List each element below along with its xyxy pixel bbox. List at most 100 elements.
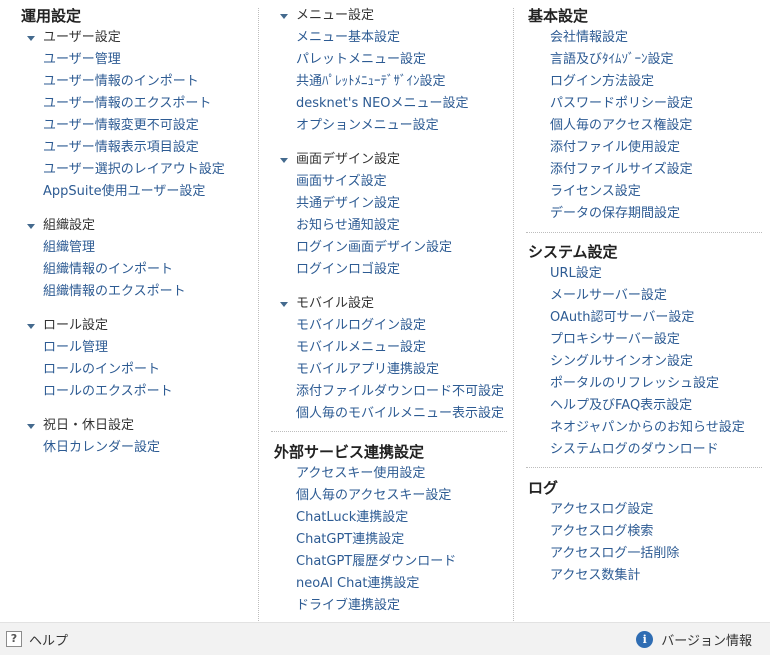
- info-icon: i: [636, 630, 654, 648]
- menu-link[interactable]: 添付ファイルダウンロード不可設定: [296, 381, 504, 403]
- menu-link[interactable]: 個人毎のモバイルメニュー表示設定: [296, 403, 504, 425]
- menu-link[interactable]: パレットメニュー設定: [296, 49, 469, 71]
- menu-link[interactable]: desknet's NEOメニュー設定: [296, 93, 469, 115]
- group-header[interactable]: 組織設定: [27, 215, 186, 237]
- menu-link[interactable]: ChatLuck連携設定: [296, 507, 456, 529]
- menu-link[interactable]: 共通ﾊﾟﾚｯﾄﾒﾆｭｰﾃﾞｻﾞｲﾝ設定: [296, 71, 469, 93]
- menu-link[interactable]: アクセスログ検索: [550, 521, 679, 543]
- group-role-settings: ロール設定ロール管理 ロールのインポート ロールのエクスポート: [27, 315, 173, 403]
- menu-link[interactable]: お知らせ通知設定: [296, 215, 452, 237]
- group-header[interactable]: ロール設定: [27, 315, 173, 337]
- group-header[interactable]: ユーザー設定: [27, 27, 225, 49]
- menu-link[interactable]: 個人毎のアクセスキー設定: [296, 485, 456, 507]
- menu-link[interactable]: ライセンス設定: [550, 181, 693, 203]
- menu-link[interactable]: ログイン方法設定: [550, 71, 693, 93]
- menu-link[interactable]: 会社情報設定: [550, 27, 693, 49]
- menu-link[interactable]: 個人毎のアクセス権設定: [550, 115, 693, 137]
- menu-link[interactable]: モバイルアプリ連携設定: [296, 359, 504, 381]
- footer-bar: ? ヘルプ i バージョン情報: [0, 622, 770, 655]
- menu-link[interactable]: メールサーバー設定: [550, 285, 745, 307]
- group-screen-design-settings: 画面デザイン設定 画面サイズ設定 共通デザイン設定 お知らせ通知設定 ログイン画面デザイ…: [280, 149, 452, 281]
- menu-link[interactable]: URL設定: [550, 263, 745, 285]
- menu-link[interactable]: 言語及びﾀｲﾑｿﾞｰﾝ設定: [550, 49, 693, 71]
- help-button[interactable]: ? ヘルプ: [6, 629, 68, 649]
- menu-link[interactable]: ネオジャパンからのお知らせ設定: [550, 417, 745, 439]
- help-label: ヘルプ: [29, 633, 69, 649]
- menu-link[interactable]: ロールのエクスポート: [43, 381, 173, 403]
- menu-link[interactable]: 添付ファイル使用設定: [550, 137, 693, 159]
- menu-link[interactable]: 組織情報のインポート: [43, 259, 186, 281]
- menu-link[interactable]: メニュー基本設定: [296, 27, 469, 49]
- caret-down-icon: [27, 36, 35, 41]
- menu-link[interactable]: プロキシサーバー設定: [550, 329, 745, 351]
- menu-link[interactable]: アクセス数集計: [550, 565, 679, 587]
- caret-down-icon: [27, 224, 35, 229]
- group-items: モバイルログイン設定 モバイルメニュー設定 モバイルアプリ連携設定 添付ファイルダウン…: [296, 315, 504, 425]
- menu-link[interactable]: アクセスログ一括削除: [550, 543, 679, 565]
- menu-link[interactable]: ユーザー情報のエクスポート: [43, 93, 225, 115]
- menu-link[interactable]: ChatGPT履歴ダウンロード: [296, 551, 456, 573]
- version-info-label: バージョン情報: [661, 633, 752, 649]
- group-label: メニュー設定: [296, 8, 375, 23]
- menu-link[interactable]: 組織情報のエクスポート: [43, 281, 186, 303]
- menu-link[interactable]: 共通デザイン設定: [296, 193, 452, 215]
- menu-link[interactable]: 組織管理: [43, 237, 186, 259]
- menu-link[interactable]: パスワードポリシー設定: [550, 93, 693, 115]
- menu-link[interactable]: 添付ファイルサイズ設定: [550, 159, 693, 181]
- section-divider: [526, 467, 762, 468]
- menu-link[interactable]: アクセスキー使用設定: [296, 463, 456, 485]
- menu-link[interactable]: ログイン画面デザイン設定: [296, 237, 452, 259]
- version-info-button[interactable]: i バージョン情報: [636, 629, 752, 649]
- group-label: ロール設定: [43, 318, 109, 333]
- group-label: 組織設定: [43, 218, 96, 233]
- section-divider: [271, 431, 507, 432]
- group-label: モバイル設定: [296, 296, 375, 311]
- group-items: 休日カレンダー設定: [43, 437, 160, 459]
- menu-link[interactable]: ユーザー情報のインポート: [43, 71, 225, 93]
- column-operation-settings: 運用設定 ユーザー設定 ユーザー管理 ユーザー情報のインポート ユーザー情報のエクスポ…: [0, 0, 258, 623]
- menu-link[interactable]: ポータルのリフレッシュ設定: [550, 373, 745, 395]
- menu-link[interactable]: ユーザー情報表示項目設定: [43, 137, 225, 159]
- menu-link[interactable]: neoAI Chat連携設定: [296, 573, 456, 595]
- external-services-list: アクセスキー使用設定 個人毎のアクセスキー設定 ChatLuck連携設定 ChatGP…: [296, 463, 456, 617]
- menu-link[interactable]: OAuth認可サーバー設定: [550, 307, 745, 329]
- basic-settings-list: 会社情報設定 言語及びﾀｲﾑｿﾞｰﾝ設定 ログイン方法設定 パスワードポリシー設定 個人…: [550, 27, 693, 225]
- group-header[interactable]: 画面デザイン設定: [280, 149, 452, 171]
- section-title-external-services: 外部サービス連携設定: [274, 443, 425, 461]
- menu-link[interactable]: アクセスログ設定: [550, 499, 679, 521]
- group-menu-settings: メニュー設定メニュー基本設定 パレットメニュー設定 共通ﾊﾟﾚｯﾄﾒﾆｭｰﾃﾞｻﾞｲ…: [280, 5, 469, 137]
- group-items: ユーザー管理 ユーザー情報のインポート ユーザー情報のエクスポート ユーザー情報変更不…: [43, 49, 225, 203]
- menu-link[interactable]: ユーザー選択のレイアウト設定: [43, 159, 225, 181]
- menu-link[interactable]: モバイルメニュー設定: [296, 337, 504, 359]
- menu-link[interactable]: ユーザー情報変更不可設定: [43, 115, 225, 137]
- group-holiday-settings: 祝日・休日設定 休日カレンダー設定: [27, 415, 160, 459]
- menu-link[interactable]: ドライブ連携設定: [296, 595, 456, 617]
- menu-link[interactable]: 休日カレンダー設定: [43, 437, 160, 459]
- menu-link[interactable]: ChatGPT連携設定: [296, 529, 456, 551]
- menu-link[interactable]: データの保存期間設定: [550, 203, 693, 225]
- section-title-system: システム設定: [528, 243, 618, 261]
- caret-down-icon: [280, 14, 288, 19]
- group-mobile-settings: モバイル設定モバイルログイン設定 モバイルメニュー設定 モバイルアプリ連携設定 添付フ…: [280, 293, 504, 425]
- group-header[interactable]: 祝日・休日設定: [27, 415, 160, 437]
- group-label: ユーザー設定: [43, 30, 121, 45]
- column-menu-design-settings: メニュー設定メニュー基本設定 パレットメニュー設定 共通ﾊﾟﾚｯﾄﾒﾆｭｰﾃﾞｻﾞｲ…: [259, 0, 513, 623]
- menu-link[interactable]: ロール管理: [43, 337, 173, 359]
- group-header[interactable]: メニュー設定: [280, 5, 469, 27]
- group-header[interactable]: モバイル設定: [280, 293, 504, 315]
- menu-link[interactable]: システムログのダウンロード: [550, 439, 745, 461]
- group-organization-settings: 組織設定組織管理 組織情報のインポート 組織情報のエクスポート: [27, 215, 186, 303]
- caret-down-icon: [27, 424, 35, 429]
- menu-link[interactable]: 画面サイズ設定: [296, 171, 452, 193]
- menu-link[interactable]: ヘルプ及びFAQ表示設定: [550, 395, 745, 417]
- menu-link[interactable]: AppSuite使用ユーザー設定: [43, 181, 225, 203]
- menu-link[interactable]: モバイルログイン設定: [296, 315, 504, 337]
- group-items: 画面サイズ設定 共通デザイン設定 お知らせ通知設定 ログイン画面デザイン設定 ログインロ…: [296, 171, 452, 281]
- section-title-log: ログ: [528, 479, 559, 497]
- menu-link[interactable]: ロールのインポート: [43, 359, 173, 381]
- menu-link[interactable]: ユーザー管理: [43, 49, 225, 71]
- menu-link[interactable]: オプションメニュー設定: [296, 115, 469, 137]
- group-items: メニュー基本設定 パレットメニュー設定 共通ﾊﾟﾚｯﾄﾒﾆｭｰﾃﾞｻﾞｲﾝ設定 des…: [296, 27, 469, 137]
- menu-link[interactable]: シングルサインオン設定: [550, 351, 745, 373]
- menu-link[interactable]: ログインロゴ設定: [296, 259, 452, 281]
